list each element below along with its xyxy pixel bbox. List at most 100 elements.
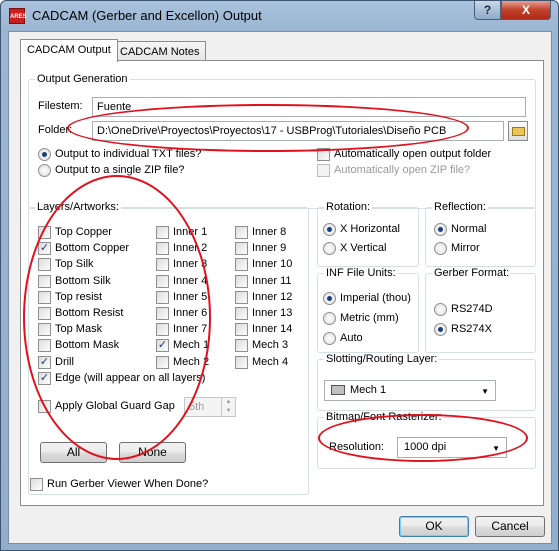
checkbox-box (38, 274, 51, 288)
bitmap-font-rasterizer-title: Bitmap/Font Rasterizer: (324, 411, 444, 423)
output-zip-radio[interactable]: Output to a single ZIP file? (38, 164, 184, 177)
output-generation-group: Output Generation Filestem: Fuente Folde… (28, 73, 536, 209)
layer-checkbox-inner-6[interactable]: Inner 6 (156, 307, 207, 320)
slotting-routing-title: Slotting/Routing Layer: (324, 353, 440, 365)
cancel-button[interactable]: Cancel (475, 516, 545, 537)
layer-checkbox-top-mask[interactable]: Top Mask (38, 323, 102, 337)
checkbox-box (38, 290, 51, 304)
layer-checkbox-bottom-mask[interactable]: Bottom Mask (38, 339, 120, 353)
checkbox-label: Mech 4 (252, 355, 289, 368)
cadcam-dialog: ARES CADCAM (Gerber and Excellon) Output… (0, 0, 559, 551)
layer-checkbox-bottom-silk[interactable]: Bottom Silk (38, 274, 111, 288)
checkbox-box (317, 164, 330, 177)
checkbox-box (156, 274, 169, 288)
layer-checkbox-inner-8[interactable]: Inner 8 (235, 226, 286, 239)
checkbox-label: Top Copper (55, 226, 112, 238)
layer-checkbox-bottom-copper[interactable]: ✓ Bottom Copper (38, 242, 129, 256)
browse-folder-button[interactable] (508, 121, 528, 141)
checkbox-box (156, 258, 169, 272)
rotation-vertical-radio[interactable]: X Vertical (323, 242, 386, 255)
layer-checkbox-inner-3[interactable]: Inner 3 (156, 258, 208, 272)
reflection-group: Reflection: Normal Mirror (425, 201, 536, 267)
layer-checkbox-inner-13[interactable]: Inner 13 (235, 307, 292, 320)
radio-dot (323, 312, 336, 325)
checkbox-label: Bottom Mask (55, 339, 120, 352)
layer-checkbox-inner-7[interactable]: Inner 7 (156, 323, 208, 337)
no-layers-button[interactable]: None (119, 442, 186, 463)
apply-guard-gap-checkbox[interactable]: Apply Global Guard Gap (38, 400, 175, 413)
checkbox-box (156, 355, 169, 369)
checkbox-label: Bottom Copper (55, 242, 129, 255)
checkbox-box (156, 323, 169, 337)
format-rs274d-radio[interactable]: RS274D (434, 303, 493, 316)
units-auto-radio[interactable]: Auto (323, 332, 363, 345)
output-individual-radio[interactable]: Output to individual TXT files? (38, 148, 201, 161)
radio-label: Auto (340, 332, 363, 344)
layer-checkbox-bottom-resist[interactable]: Bottom Resist (38, 307, 123, 320)
guard-gap-value: 5th (189, 401, 205, 413)
run-gerber-viewer-checkbox[interactable]: Run Gerber Viewer When Done? (30, 478, 208, 491)
checkbox-label: Top Silk (55, 258, 94, 271)
auto-open-zip-checkbox[interactable]: Automatically open ZIP file? (317, 164, 470, 177)
rotation-horizontal-radio[interactable]: X Horizontal (323, 223, 400, 236)
all-layers-button[interactable]: All (40, 442, 107, 463)
layer-checkbox-mech-4[interactable]: Mech 4 (235, 355, 289, 369)
filestem-input[interactable]: Fuente (92, 97, 526, 117)
slotting-layer-select[interactable]: Mech 1 ▼ (324, 380, 496, 401)
layer-checkbox-edge-will-appear-on-all-layers[interactable]: ✓ Edge (will appear on all layers) (38, 371, 205, 385)
layer-checkbox-inner-1[interactable]: Inner 1 (156, 226, 207, 239)
checkbox-label: Inner 7 (173, 323, 208, 336)
help-button[interactable]: ? (474, 1, 501, 20)
layer-checkbox-inner-5[interactable]: Inner 5 (156, 290, 207, 304)
checkbox-label: Inner 14 (252, 323, 293, 336)
radio-dot (323, 332, 336, 345)
gerber-format-group: Gerber Format: RS274D RS274X (425, 267, 536, 353)
tab-cadcam-notes[interactable]: CADCAM Notes (113, 41, 207, 62)
units-imperial-radio[interactable]: Imperial (thou) (323, 292, 411, 305)
checkbox-box (235, 226, 248, 239)
checkbox-label: Inner 3 (173, 258, 208, 271)
tab-cadcam-output[interactable]: CADCAM Output (20, 39, 118, 62)
layer-checkbox-mech-3[interactable]: Mech 3 (235, 339, 288, 353)
chevron-down-icon: ▼ (492, 444, 500, 453)
ok-button[interactable]: OK (399, 516, 469, 537)
checkbox-label: Run Gerber Viewer When Done? (47, 478, 209, 490)
layer-checkbox-top-silk[interactable]: Top Silk (38, 258, 94, 272)
checkbox-box (156, 307, 169, 320)
title-bar[interactable]: ARES CADCAM (Gerber and Excellon) Output… (1, 1, 558, 31)
reflection-mirror-radio[interactable]: Mirror (434, 242, 480, 255)
spin-arrows-icon[interactable]: ▲ ▼ (221, 398, 235, 416)
format-rs274x-radio[interactable]: RS274X (434, 323, 492, 336)
layer-checkbox-inner-11[interactable]: Inner 11 (235, 274, 292, 288)
output-generation-title: Output Generation (35, 73, 130, 85)
chevron-down-icon: ▼ (481, 387, 489, 396)
checkbox-label: Bottom Silk (55, 274, 111, 287)
folder-input[interactable]: D:\OneDrive\Proyectos\Proyectos\17 - USB… (92, 121, 504, 141)
close-button[interactable]: X (501, 1, 551, 20)
checkbox-label: Drill (55, 355, 74, 368)
radio-label: Mirror (451, 242, 480, 254)
checkbox-box (38, 307, 51, 320)
radio-label: Metric (mm) (340, 312, 399, 324)
reflection-normal-radio[interactable]: Normal (434, 223, 486, 236)
layer-checkbox-inner-2[interactable]: Inner 2 (156, 242, 207, 256)
layer-checkbox-inner-14[interactable]: Inner 14 (235, 323, 293, 337)
resolution-select[interactable]: 1000 dpi ▼ (397, 437, 507, 458)
radio-label: Normal (451, 223, 487, 235)
layer-checkbox-mech-2[interactable]: Mech 2 (156, 355, 209, 369)
checkbox-label: Mech 1 (173, 339, 210, 352)
layer-checkbox-inner-9[interactable]: Inner 9 (235, 242, 286, 256)
layer-checkbox-mech-1[interactable]: ✓ Mech 1 (156, 339, 210, 353)
layer-checkbox-inner-4[interactable]: Inner 4 (156, 274, 207, 288)
radio-dot (323, 242, 336, 255)
layer-checkbox-top-resist[interactable]: Top resist (38, 290, 102, 304)
layer-checkbox-top-copper[interactable]: Top Copper (38, 226, 112, 239)
layer-checkbox-drill[interactable]: ✓ Drill (38, 355, 74, 369)
auto-open-folder-checkbox[interactable]: Automatically open output folder (317, 148, 491, 161)
guard-gap-spinner[interactable]: 5th ▲ ▼ (184, 397, 236, 417)
checkbox-box (156, 290, 169, 304)
layer-checkbox-inner-12[interactable]: Inner 12 (235, 290, 292, 304)
units-metric-radio[interactable]: Metric (mm) (323, 312, 399, 325)
checkbox-label: Inner 10 (252, 258, 293, 271)
layer-checkbox-inner-10[interactable]: Inner 10 (235, 258, 293, 272)
